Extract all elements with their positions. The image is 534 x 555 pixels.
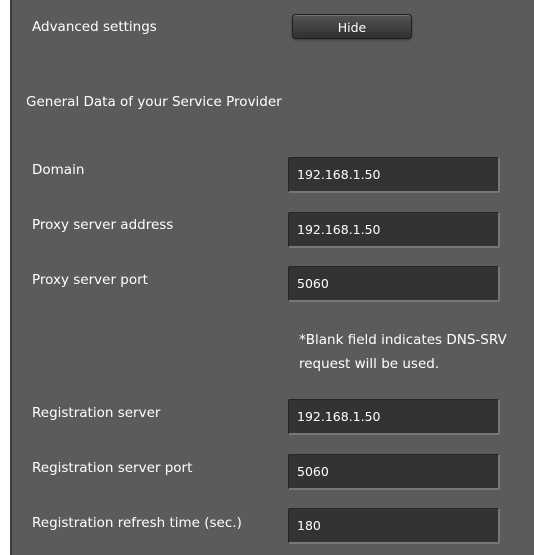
proxy-server-address-input[interactable] <box>288 212 500 248</box>
hide-button[interactable]: Hide <box>292 14 412 39</box>
registration-server-port-input[interactable] <box>288 454 500 490</box>
registration-server-input[interactable] <box>288 399 500 435</box>
domain-input[interactable] <box>288 157 500 193</box>
proxy-server-port-label: Proxy server port <box>32 272 148 288</box>
domain-label: Domain <box>32 162 85 178</box>
section-title: General Data of your Service Provider <box>26 94 282 110</box>
proxy-server-port-input[interactable] <box>288 266 500 302</box>
proxy-server-address-label: Proxy server address <box>32 217 174 233</box>
registration-refresh-time-input[interactable] <box>288 508 500 544</box>
registration-refresh-time-label: Registration refresh time (sec.) <box>32 515 242 531</box>
dns-srv-note: *Blank field indicates DNS-SRV request w… <box>299 332 507 372</box>
settings-panel: Advanced settings Hide General Data of y… <box>10 0 534 555</box>
advanced-settings-label: Advanced settings <box>32 19 157 35</box>
registration-server-port-label: Registration server port <box>32 460 193 476</box>
registration-server-label: Registration server <box>32 405 161 421</box>
